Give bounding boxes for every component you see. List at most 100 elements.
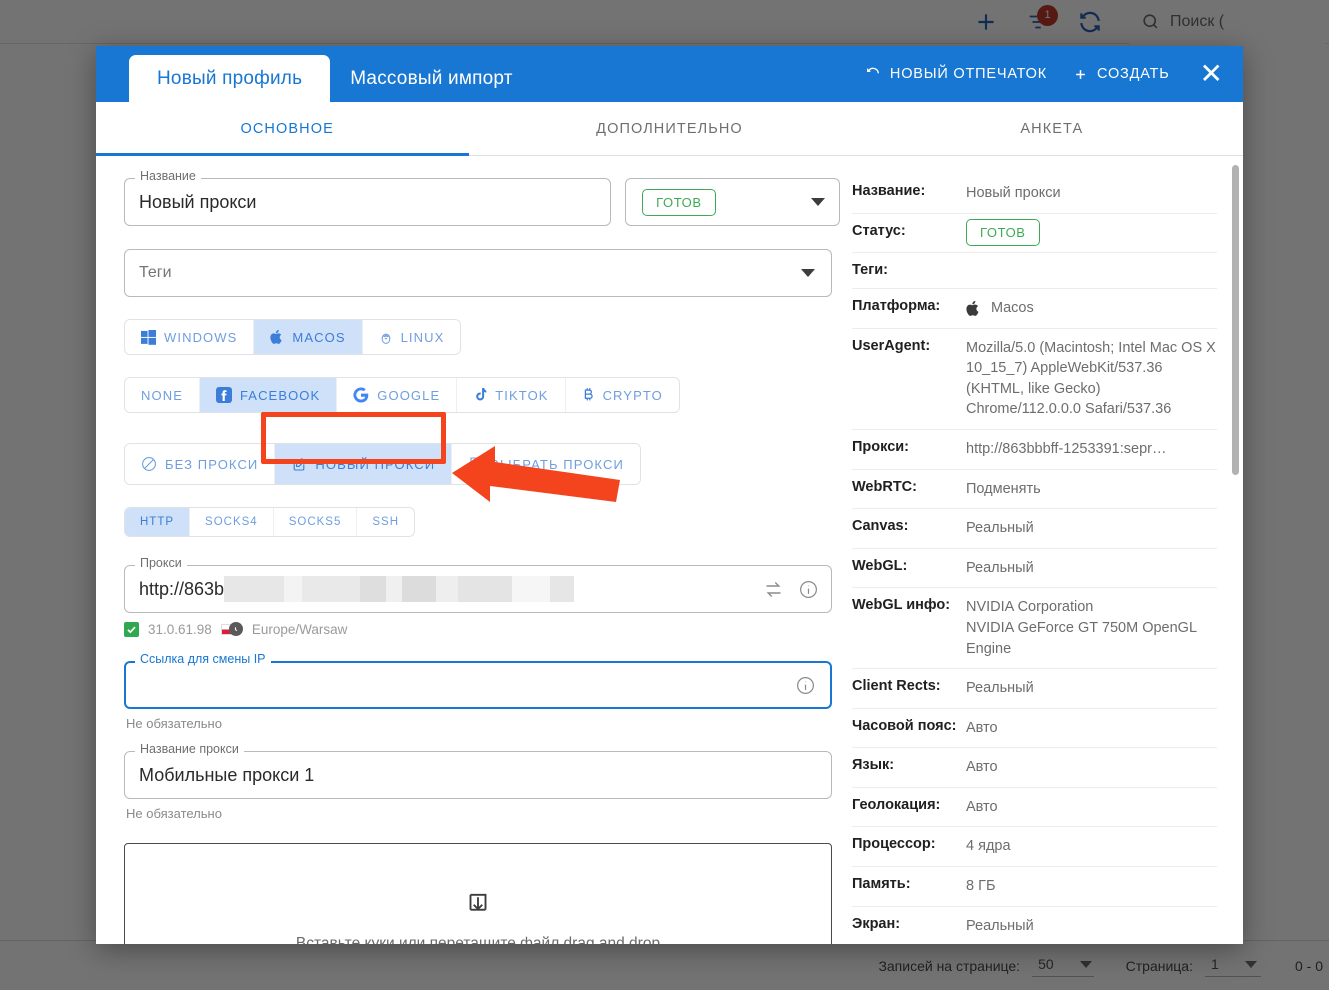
preset-option-google-label: GOOGLE [377, 388, 440, 403]
tags-placeholder: Теги [139, 264, 172, 282]
proxy-mode-selector: БЕЗ ПРОКСИ НОВЫЙ ПРОКСИ ВЫБРАТЬ ПРОКСИ [124, 443, 840, 485]
proxy-mode-select[interactable]: ВЫБРАТЬ ПРОКСИ [452, 444, 640, 484]
tab-new-profile[interactable]: Новый профиль [129, 55, 330, 102]
create-label: СОЗДАТЬ [1097, 66, 1170, 82]
proxy-mode-none-label: БЕЗ ПРОКСИ [165, 457, 258, 472]
tiktok-icon [473, 387, 487, 403]
summary-key: Память: [852, 876, 966, 897]
tab-advanced[interactable]: ДОПОЛНИТЕЛЬНО [478, 102, 860, 155]
profile-name-field[interactable]: Название Новый прокси [124, 178, 611, 226]
proxy-field[interactable]: Прокси http://863b [124, 565, 832, 613]
summary-value: 8 ГБ [966, 876, 1217, 897]
summary-key: WebRTC: [852, 479, 966, 500]
modal-subtabs: ОСНОВНОЕ ДОПОЛНИТЕЛЬНО АНКЕТА [96, 102, 1243, 156]
summary-status-chip: ГОТОВ [966, 219, 1040, 246]
proxy-name-field[interactable]: Название прокси Мобильные прокси 1 [124, 751, 832, 799]
summary-key: Геолокация: [852, 797, 966, 818]
preset-option-facebook[interactable]: FACEBOOK [200, 378, 337, 412]
summary-row: WebGL инфо:NVIDIA Corporation NVIDIA GeF… [852, 588, 1217, 669]
summary-scrollbar[interactable] [1232, 165, 1239, 475]
windows-icon [141, 330, 156, 345]
proxy-mode-select-label: ВЫБРАТЬ ПРОКСИ [490, 457, 624, 472]
plus-icon [1073, 67, 1088, 82]
close-icon[interactable]: ✕ [1196, 60, 1227, 88]
summary-row: Часовой пояс:Авто [852, 709, 1217, 749]
preset-selector: NONE FACEBOOK GOOGLE TIKTOK [124, 377, 840, 413]
summary-value: Авто [966, 757, 1217, 778]
summary-key: WebGL: [852, 558, 966, 579]
swap-icon[interactable] [763, 579, 784, 600]
summary-row: Платформа: Macos [852, 289, 1217, 329]
status-chip: ГОТОВ [642, 189, 716, 216]
modal-body: Название Новый прокси ГОТОВ Теги [96, 156, 1243, 944]
summary-value: Авто [966, 718, 1217, 739]
summary-row: Canvas:Реальный [852, 509, 1217, 549]
refresh-icon [865, 66, 881, 82]
summary-value: http://863bbbff-1253391:sepr… [966, 439, 1217, 460]
os-option-macos[interactable]: MACOS [254, 320, 362, 354]
os-option-windows[interactable]: WINDOWS [125, 320, 254, 354]
summary-value: Mozilla/5.0 (Macintosh; Intel Mac OS X 1… [966, 338, 1217, 420]
os-option-macos-label: MACOS [292, 330, 345, 345]
chevron-down-icon [811, 198, 825, 206]
linux-icon [379, 329, 393, 345]
protocol-ssh[interactable]: SSH [357, 508, 414, 536]
os-option-linux[interactable]: LINUX [363, 320, 461, 354]
summary-row: WebGL:Реальный [852, 549, 1217, 589]
protocol-http[interactable]: HTTP [125, 508, 190, 536]
summary-platform-label: Macos [991, 298, 1034, 319]
proxy-value-redacted [224, 576, 574, 602]
name-status-row: Название Новый прокси ГОТОВ [124, 178, 840, 226]
summary-value: Реальный [966, 558, 1217, 579]
preset-option-google[interactable]: GOOGLE [337, 378, 457, 412]
summary-key: Платформа: [852, 298, 966, 319]
status-select[interactable]: ГОТОВ [625, 178, 840, 226]
preset-option-crypto[interactable]: CRYPTO [566, 378, 679, 412]
proxy-mode-new[interactable]: НОВЫЙ ПРОКСИ [275, 444, 452, 484]
profile-name-legend: Название [135, 169, 201, 183]
preset-option-none-label: NONE [141, 388, 183, 403]
new-fingerprint-button[interactable]: НОВЫЙ ОТПЕЧАТОК [865, 66, 1047, 82]
tab-mass-import[interactable]: Массовый импорт [330, 55, 532, 102]
info-icon[interactable] [795, 675, 816, 696]
summary-row: Процессор:4 ядра [852, 827, 1217, 867]
os-option-windows-label: WINDOWS [164, 330, 237, 345]
summary-key: Client Rects: [852, 678, 966, 699]
summary-key: Язык: [852, 757, 966, 778]
tab-basic[interactable]: ОСНОВНОЕ [96, 102, 478, 155]
summary-key: Статус: [852, 223, 966, 244]
tab-questionnaire[interactable]: АНКЕТА [861, 102, 1243, 155]
proxy-mode-none[interactable]: БЕЗ ПРОКСИ [125, 444, 275, 484]
summary-value: Новый прокси [966, 183, 1217, 204]
info-icon[interactable] [798, 579, 819, 600]
summary-row: Прокси:http://863bbbff-1253391:sepr… [852, 430, 1217, 470]
summary-key: Часовой пояс: [852, 718, 966, 739]
summary-row: WebRTC:Подменять [852, 470, 1217, 510]
summary-value: Реальный [966, 518, 1217, 539]
ip-change-link-field[interactable]: Ссылка для смены IP [124, 661, 832, 709]
preset-option-none[interactable]: NONE [125, 378, 200, 412]
summary-value: Подменять [966, 479, 1217, 500]
profile-summary: Название:Новый проксиСтатус:ГОТОВТеги:Пл… [840, 156, 1243, 944]
summary-value: Авто [966, 797, 1217, 818]
chevron-down-icon [801, 269, 815, 277]
cookies-dropzone[interactable]: Вставьте куки или перетащите файл drag a… [124, 843, 832, 944]
no-entry-icon [141, 456, 157, 472]
summary-row: Теги: [852, 253, 1217, 289]
ip-change-link-legend: Ссылка для смены IP [135, 652, 271, 666]
protocol-socks5[interactable]: SOCKS5 [274, 508, 358, 536]
summary-key: Прокси: [852, 439, 966, 460]
summary-list: Название:Новый проксиСтатус:ГОТОВТеги:Пл… [852, 174, 1217, 944]
summary-row: Память:8 ГБ [852, 867, 1217, 907]
proxy-timezone: Europe/Warsaw [252, 622, 348, 637]
protocol-socks4[interactable]: SOCKS4 [190, 508, 274, 536]
create-button[interactable]: СОЗДАТЬ [1073, 66, 1170, 82]
preset-option-tiktok[interactable]: TIKTOK [457, 378, 565, 412]
check-icon [124, 622, 139, 637]
summary-row: Статус:ГОТОВ [852, 214, 1217, 254]
summary-key: Процессор: [852, 836, 966, 857]
proxy-check-result: 31.0.61.98 Europe/Warsaw [124, 622, 840, 637]
apple-icon [270, 329, 284, 345]
tags-field[interactable]: Теги [124, 249, 832, 297]
download-icon [463, 891, 493, 921]
